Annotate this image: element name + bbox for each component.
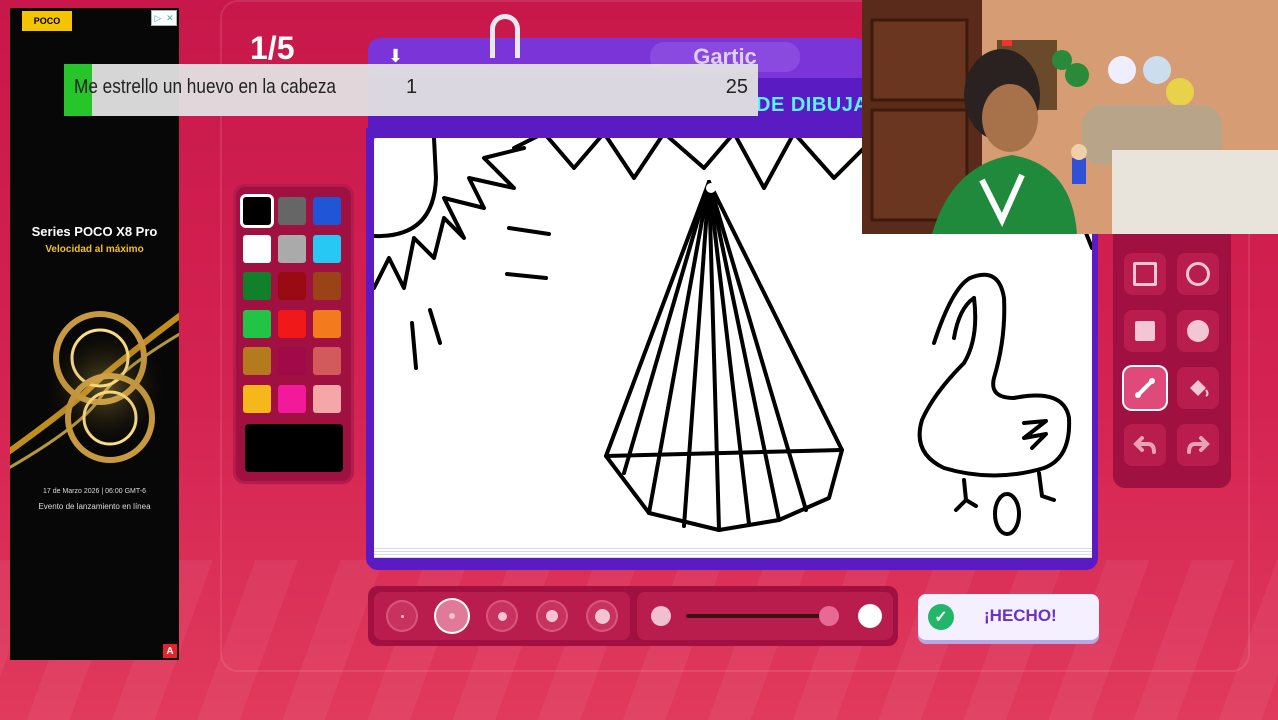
color-swatch[interactable] (243, 384, 271, 413)
canvas-paper-edge (374, 546, 1092, 558)
color-swatch[interactable] (278, 272, 306, 300)
overlay-count: 1 (406, 76, 418, 98)
fill-bucket-icon[interactable] (1177, 367, 1219, 409)
mode-label: DE DIBUJA (756, 94, 869, 116)
ad-subtitle: Velocidad al máximo (45, 244, 144, 255)
color-swatch[interactable] (243, 234, 271, 263)
color-swatch[interactable] (313, 234, 341, 263)
ad-brand-badge: POCO (22, 11, 72, 31)
color-swatch[interactable] (313, 272, 341, 300)
brush-size-button[interactable] (386, 600, 418, 632)
ad-event: Evento de lanzamiento en línea (38, 502, 151, 511)
rectangle-fill-icon[interactable] (1124, 310, 1166, 352)
brush-size-button[interactable] (486, 600, 518, 632)
adchoices-icon[interactable]: A (163, 644, 177, 658)
current-color-preview[interactable] (245, 424, 343, 472)
undo-icon[interactable] (1124, 424, 1166, 466)
rectangle-outline-icon[interactable] (1124, 253, 1166, 295)
brush-size-button[interactable] (536, 600, 568, 632)
canvas-hook (490, 14, 520, 58)
opacity-slider-track[interactable] (686, 614, 836, 618)
ad-product-art (10, 311, 179, 470)
color-swatch[interactable] (313, 197, 341, 225)
ellipse-fill-icon[interactable] (1177, 310, 1219, 352)
webcam-feed (862, 0, 1278, 234)
color-swatch[interactable] (278, 347, 306, 375)
slider-max-dot (858, 604, 882, 628)
color-swatch[interactable] (243, 347, 271, 375)
overlay-message: Me estrello un huevo en la cabeza (74, 76, 336, 98)
color-swatch[interactable] (313, 347, 341, 375)
brush-size-button[interactable] (586, 600, 618, 632)
ad-title: Series POCO X8 Pro (31, 224, 158, 239)
color-swatch[interactable] (278, 309, 306, 338)
color-swatch[interactable] (243, 309, 271, 338)
color-swatch[interactable] (278, 234, 306, 263)
overlay-total: 25 (725, 76, 748, 98)
color-swatch[interactable] (313, 384, 341, 413)
done-button[interactable]: ✓ ¡HECHO! (918, 594, 1099, 640)
brush-size-button[interactable] (436, 600, 468, 632)
ad-close-icon[interactable]: ▷ ✕ (151, 10, 177, 26)
ellipse-outline-icon[interactable] (1177, 253, 1219, 295)
color-swatch[interactable] (243, 272, 271, 300)
opacity-slider-thumb[interactable] (818, 606, 839, 626)
color-swatch[interactable] (278, 384, 306, 413)
color-swatch[interactable] (243, 197, 271, 225)
ad-date: 17 de Marzo 2026 | 06:00 GMT-6 (43, 488, 146, 495)
redo-icon[interactable] (1177, 424, 1219, 466)
round-counter: 1/5 (250, 30, 295, 66)
color-swatch[interactable] (278, 197, 306, 225)
check-icon: ✓ (928, 604, 954, 630)
slider-min-dot (651, 606, 671, 626)
line-icon[interactable] (1124, 367, 1166, 409)
done-label: ¡HECHO! (984, 606, 1057, 625)
color-swatch[interactable] (313, 309, 341, 338)
stream-overlay-banner: Me estrello un huevo en la cabeza 1 25 (64, 64, 758, 116)
